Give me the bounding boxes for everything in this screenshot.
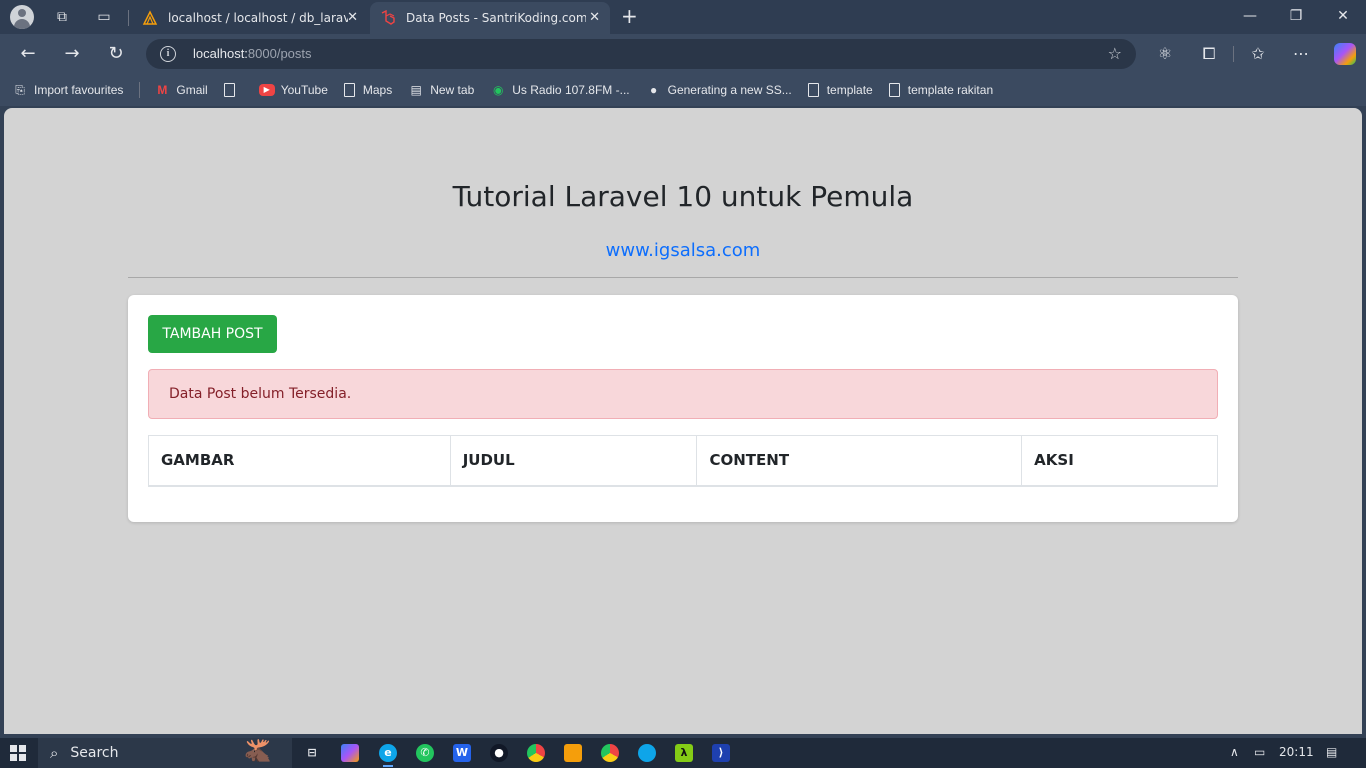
edge-browser-icon[interactable]: e xyxy=(379,744,397,767)
more-options-icon[interactable]: ⋯ xyxy=(1291,44,1311,64)
search-label: Search xyxy=(70,745,119,761)
bookmark-label: template rakitan xyxy=(907,83,994,97)
bookmark-label: Generating a new SS... xyxy=(667,83,792,97)
toolbar-separator xyxy=(1233,46,1234,62)
page-icon xyxy=(343,83,355,97)
bookmark-gmail[interactable]: M Gmail xyxy=(154,82,207,98)
bookmark-label: Import favourites xyxy=(34,83,124,97)
address-bar[interactable]: i localhost:8000/posts ☆ xyxy=(146,39,1136,69)
extensions-icon[interactable]: ⧠ xyxy=(1199,44,1219,64)
bookmark-github-ssh[interactable]: ● Generating a new SS... xyxy=(646,82,792,98)
forward-arrow-icon[interactable]: → xyxy=(61,43,83,65)
bookmark-maps[interactable]: Maps xyxy=(343,83,393,97)
close-tab-icon[interactable]: ✕ xyxy=(347,10,358,25)
bookmark-import-favourites[interactable]: ⎘ Import favourites xyxy=(12,82,123,98)
site-link[interactable]: www.igsalsa.com xyxy=(4,240,1362,261)
phpmyadmin-icon xyxy=(142,10,158,25)
restore-button[interactable]: ❐ xyxy=(1286,8,1306,24)
tray-overflow-icon[interactable]: ∧ xyxy=(1230,745,1239,759)
workspaces-icon[interactable]: ⧉ xyxy=(53,8,71,26)
copilot-icon[interactable] xyxy=(1334,43,1356,65)
windows-taskbar: ⌕ Search 🫎 ⊟ e ✆ W ● λ ⟩ ∧ ▭ 20:11 ▤ xyxy=(0,738,1366,768)
bookmark-template[interactable]: template xyxy=(807,83,873,97)
close-tab-icon[interactable]: ✕ xyxy=(589,10,600,25)
lambda-app-icon[interactable]: λ xyxy=(675,744,693,762)
bookmark-label: New tab xyxy=(430,83,475,97)
edge-dev-icon[interactable] xyxy=(638,744,656,762)
bookmark-us-radio[interactable]: ◉ Us Radio 107.8FM -... xyxy=(490,82,630,98)
page-icon xyxy=(807,83,819,97)
battery-icon[interactable]: ▭ xyxy=(1254,745,1265,759)
radio-icon: ◉ xyxy=(493,83,504,97)
windows-start-icon[interactable] xyxy=(10,745,26,761)
bookmark-label: Us Radio 107.8FM -... xyxy=(512,83,630,97)
bookmark-new-tab[interactable]: ▤ New tab xyxy=(408,82,475,98)
github-icon: ● xyxy=(650,83,658,97)
tab-phpmyadmin[interactable]: localhost / localhost / db_laravel_ ✕ xyxy=(132,2,368,34)
tab-data-posts[interactable]: Data Posts - SantriKoding.com ✕ xyxy=(370,2,610,34)
column-header-aksi: AKSI xyxy=(1021,435,1218,487)
browser-titlebar: ⧉ ▭ localhost / localhost / db_laravel_ … xyxy=(0,0,1366,34)
minimize-button[interactable]: — xyxy=(1240,8,1260,24)
browser-toolbar: ← → ↻ i localhost:8000/posts ☆ ⚛ ⧠ ✩ ⋯ xyxy=(0,34,1366,74)
task-view-icon[interactable]: ⊟ xyxy=(303,744,321,762)
bookmark-label: YouTube xyxy=(280,83,328,97)
copilot-app-icon[interactable] xyxy=(341,744,359,762)
whatsapp-icon[interactable]: ✆ xyxy=(416,744,434,762)
add-post-button[interactable]: TAMBAH POST xyxy=(148,315,277,353)
site-info-icon[interactable]: i xyxy=(160,46,176,62)
search-icon: ⌕ xyxy=(50,744,59,762)
newtab-icon: ▤ xyxy=(410,83,422,97)
posts-card: TAMBAH POST Data Post belum Tersedia. GA… xyxy=(128,295,1238,522)
gmail-icon: M xyxy=(157,83,168,97)
close-window-button[interactable]: ✕ xyxy=(1333,8,1353,24)
favorite-star-icon[interactable]: ☆ xyxy=(1108,44,1122,63)
page-title: Tutorial Laravel 10 untuk Pemula xyxy=(452,180,914,213)
divider xyxy=(128,277,1238,278)
tab-label: Data Posts - SantriKoding.com xyxy=(406,11,586,25)
file-explorer-icon[interactable] xyxy=(564,744,582,762)
column-header-judul: JUDUL xyxy=(449,435,698,487)
tab-label: localhost / localhost / db_laravel_ xyxy=(168,11,348,25)
bookmark-blank[interactable] xyxy=(223,83,243,97)
bookmarks-bar: ⎘ Import favourites M Gmail ▶ YouTube Ma… xyxy=(0,74,1366,106)
bookmark-label: template xyxy=(826,83,873,97)
empty-data-alert: Data Post belum Tersedia. xyxy=(148,369,1218,419)
new-tab-button[interactable]: + xyxy=(621,6,638,26)
bookmark-label: Maps xyxy=(362,83,393,97)
table-header-row: GAMBAR JUDUL CONTENT AKSI xyxy=(148,435,1218,487)
refresh-icon[interactable]: ↻ xyxy=(105,43,127,65)
import-icon: ⎘ xyxy=(15,83,25,97)
github-desktop-icon[interactable]: ● xyxy=(490,744,508,762)
url-host: localhost: xyxy=(193,46,248,61)
tab-actions-icon[interactable]: ▭ xyxy=(95,8,113,26)
youtube-icon: ▶ xyxy=(258,84,275,96)
chrome-profile-icon[interactable] xyxy=(601,744,619,762)
bookmark-template-rakitan[interactable]: template rakitan xyxy=(888,83,994,97)
vscode-icon[interactable]: ⟩ xyxy=(712,744,730,762)
back-arrow-icon[interactable]: ← xyxy=(17,43,39,65)
posts-table: GAMBAR JUDUL CONTENT AKSI xyxy=(148,435,1218,487)
laravel-icon xyxy=(381,10,395,25)
notifications-icon[interactable]: ▤ xyxy=(1326,745,1337,759)
chrome-icon[interactable] xyxy=(527,744,545,762)
bookmarks-separator xyxy=(139,82,141,98)
page-icon xyxy=(888,83,900,97)
tab-separator xyxy=(128,10,129,26)
url-text[interactable]: localhost:8000/posts xyxy=(193,46,312,61)
url-path: 8000/posts xyxy=(247,46,312,61)
bookmark-label: Gmail xyxy=(176,83,208,97)
page-icon xyxy=(223,83,235,97)
favorites-icon[interactable]: ✩ xyxy=(1248,44,1268,64)
moose-illustration-icon: 🫎 xyxy=(244,739,272,764)
clock-time[interactable]: 20:11 xyxy=(1279,745,1314,759)
react-devtools-icon[interactable]: ⚛ xyxy=(1155,44,1175,64)
bookmark-youtube[interactable]: ▶ YouTube xyxy=(258,83,328,97)
column-header-content: CONTENT xyxy=(696,435,1023,487)
column-header-gambar: GAMBAR xyxy=(148,435,451,487)
profile-avatar-icon[interactable] xyxy=(10,5,34,29)
web-page: Tutorial Laravel 10 untuk Pemula www.igs… xyxy=(4,108,1362,734)
word-icon[interactable]: W xyxy=(453,744,471,762)
